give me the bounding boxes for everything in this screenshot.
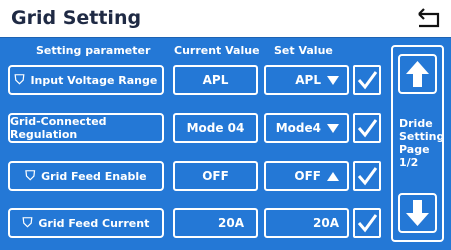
page-indicator-line: Page <box>399 143 430 156</box>
info-icon: ⛉ <box>25 168 36 184</box>
checkmark-icon <box>357 214 378 233</box>
current-value-input-voltage-range: APL <box>173 65 258 95</box>
info-icon: ⛉ <box>22 215 33 231</box>
param-grid-feed-enable[interactable]: ⛉ Grid Feed Enable <box>8 161 164 191</box>
set-value-grid-connected-regulation[interactable]: Mode4 <box>264 113 349 143</box>
set-value-label: Mode4 <box>275 121 321 135</box>
page-indicator-line: Dride <box>399 117 433 130</box>
page-navigator: Dride Setting Page 1/2 <box>391 45 444 242</box>
dropdown-arrow-icon <box>327 123 339 133</box>
param-label: Grid-Connected Regulation <box>10 115 107 141</box>
checkmark-icon <box>357 119 378 138</box>
dropdown-arrow-icon <box>327 75 339 85</box>
param-label: Input Voltage Range <box>30 73 158 87</box>
set-value-input-voltage-range[interactable]: APL <box>264 65 349 95</box>
set-value-label: APL <box>295 73 321 87</box>
page-indicator-line: Setting <box>399 130 445 143</box>
back-button[interactable] <box>416 7 442 29</box>
confirm-checkbox-grid-connected-regulation[interactable] <box>353 113 381 143</box>
current-value-grid-connected-regulation: Mode 04 <box>173 113 258 143</box>
current-value-grid-feed-enable: OFF <box>173 161 258 191</box>
set-value-grid-feed-current[interactable]: 20A <box>264 208 349 238</box>
dropup-arrow-icon <box>327 171 339 181</box>
param-input-voltage-range[interactable]: ⛉ Input Voltage Range <box>8 65 164 95</box>
set-value-label: OFF <box>294 169 321 183</box>
param-grid-connected-regulation[interactable]: Grid-Connected Regulation <box>8 113 164 143</box>
page-indicator-line: 1/2 <box>399 156 419 169</box>
column-header-parameter: Setting parameter <box>36 44 151 57</box>
page-up-button[interactable] <box>398 54 437 94</box>
param-grid-feed-current[interactable]: ⛉ Grid Feed Current <box>8 208 164 238</box>
set-value-grid-feed-enable[interactable]: OFF <box>264 161 349 191</box>
confirm-checkbox-input-voltage-range[interactable] <box>353 65 381 95</box>
page-indicator: Dride Setting Page 1/2 <box>399 117 445 169</box>
info-icon: ⛉ <box>14 72 25 88</box>
checkmark-icon <box>357 167 378 186</box>
current-value-grid-feed-current: 20A <box>173 208 258 238</box>
param-label: Grid Feed Current <box>38 216 150 230</box>
arrow-up-icon <box>406 61 429 87</box>
param-label: Grid Feed Enable <box>41 169 147 183</box>
column-header-current: Current Value <box>174 44 260 57</box>
column-header-set: Set Value <box>274 44 333 57</box>
arrow-down-icon <box>406 200 429 226</box>
checkmark-icon <box>357 71 378 90</box>
page-title: Grid Setting <box>11 7 142 29</box>
set-value-label: 20A <box>313 216 339 230</box>
title-bar: Grid Setting <box>0 0 451 38</box>
confirm-checkbox-grid-feed-enable[interactable] <box>353 161 381 191</box>
page-down-button[interactable] <box>398 193 437 233</box>
return-arrow-icon <box>418 8 440 28</box>
confirm-checkbox-grid-feed-current[interactable] <box>353 208 381 238</box>
